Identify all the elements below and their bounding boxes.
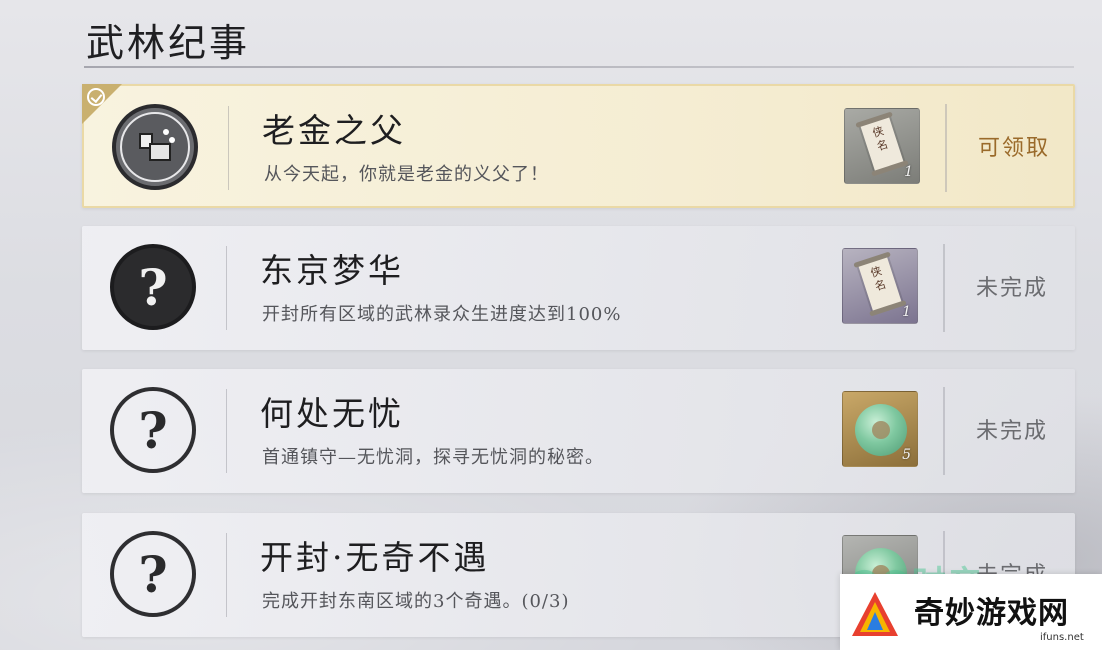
locked-question-icon: ? [110,531,196,617]
card-divider [226,246,227,330]
achievement-title: 何处无忧 [260,394,404,433]
achievement-title: 东京梦华 [260,251,404,290]
watermark-logo-icon [852,592,898,636]
status-label: 未完成 [975,276,1048,301]
locked-question-icon: ? [110,387,196,473]
claim-button[interactable]: 可领取 [964,130,1064,162]
card-divider [943,387,945,475]
achievement-description: 首通镇守—无忧洞，探寻无忧洞的秘密。 [262,447,604,468]
card-divider [943,244,945,332]
watermark-text: 奇妙游戏网 [914,596,1069,631]
achievement-emblem-icon [112,104,198,190]
reward-count: 5 [902,447,911,463]
achievement-description: 完成开封东南区域的3个奇遇。(0/3) [262,591,570,612]
watermark-site: ifuns.net [1040,632,1084,643]
scroll-icon: 侠名 [858,255,902,313]
scroll-icon: 侠名 [860,115,904,173]
reward-item[interactable]: 侠名 1 [844,108,920,184]
card-divider [226,389,227,473]
reward-count: 1 [902,304,911,320]
reward-item[interactable]: 5 [842,391,918,467]
status-label: 未完成 [975,419,1048,444]
achievement-title: 开封·无奇不遇 [260,538,490,577]
reward-count: 1 [904,164,913,180]
achievement-description: 开封所有区域的武林录众生进度达到100% [262,304,622,325]
achievement-card-3[interactable]: ? 何处无忧 首通镇守—无忧洞，探寻无忧洞的秘密。 5 未完成 [82,369,1075,493]
achievement-card-2[interactable]: ? 东京梦华 开封所有区域的武林录众生进度达到100% 侠名 1 未完成 [82,226,1075,350]
title-divider [84,66,1074,68]
achievement-card-1[interactable]: 老金之父 从今天起，你就是老金的义父了！ 侠名 1 可领取 [82,84,1075,208]
card-divider [228,106,229,190]
card-divider [945,104,947,192]
card-divider [226,533,227,617]
achievement-description: 从今天起，你就是老金的义父了！ [264,164,549,185]
achievement-title: 老金之父 [262,111,406,150]
page-title: 武林纪事 [86,21,251,65]
reward-item[interactable]: 侠名 1 [842,248,918,324]
watermark-badge: 奇妙游戏网 ifuns.net [840,574,1102,650]
claimable-check-icon [82,84,122,124]
locked-question-icon: ? [110,244,196,330]
jade-ring-icon [855,404,907,456]
